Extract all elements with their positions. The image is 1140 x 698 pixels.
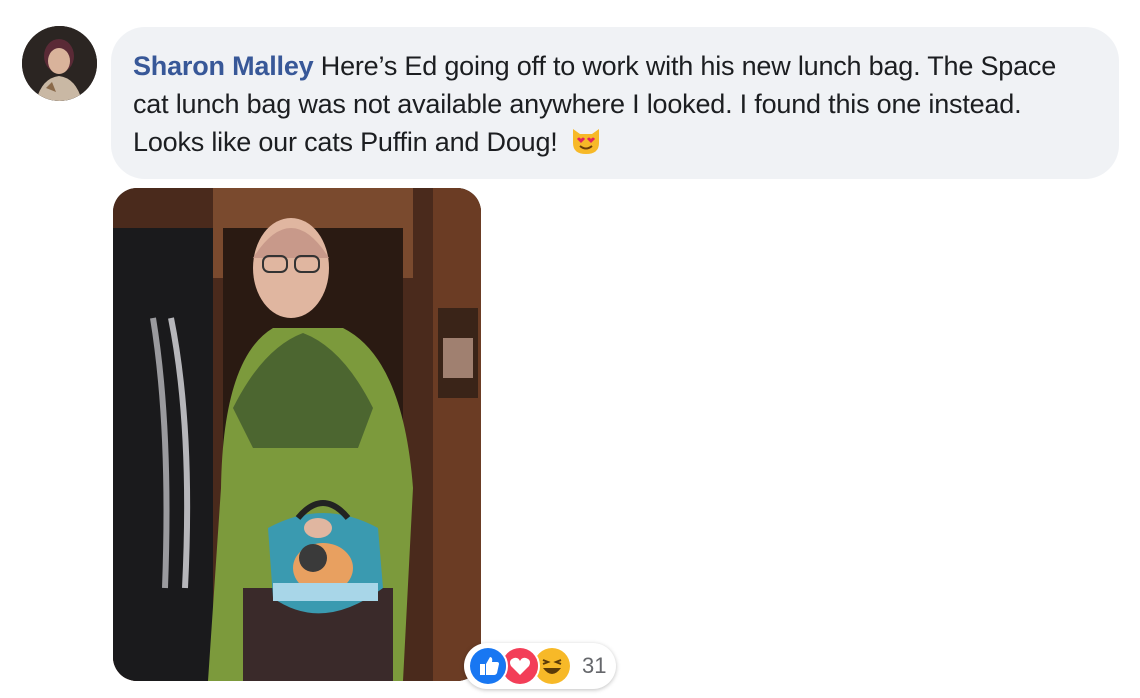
comment-bubble: Sharon Malley Here’s Ed going off to wor… [111, 27, 1119, 179]
commenter-avatar[interactable] [22, 26, 97, 101]
like-reaction-icon [468, 646, 508, 686]
comment-author-link[interactable]: Sharon Malley [133, 51, 314, 81]
comment-attached-photo[interactable] [113, 188, 481, 681]
smiling-cat-heart-eyes-icon [569, 123, 603, 157]
reaction-count: 31 [582, 653, 607, 678]
reactions-summary[interactable]: 31 [464, 643, 616, 689]
